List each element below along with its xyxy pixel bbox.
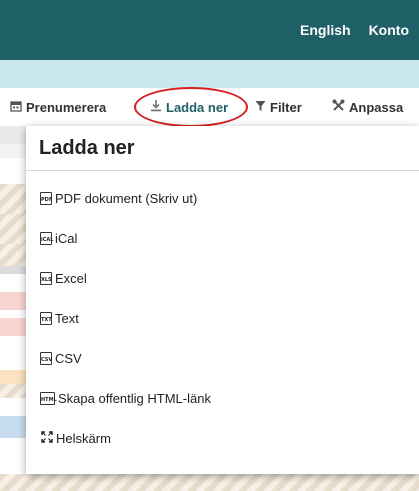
download-excel-item[interactable]: XLS Excel xyxy=(40,267,87,289)
top-links: English Konto xyxy=(300,0,419,60)
csv-file-icon: CSV xyxy=(40,351,52,365)
html-file-icon: HTML xyxy=(40,391,57,405)
ical-file-icon: iCAL xyxy=(40,231,53,245)
excel-file-icon: XLS xyxy=(40,271,52,285)
menu-item-label: Skapa offentlig HTML-länk xyxy=(58,390,211,406)
tools-icon xyxy=(332,99,345,115)
menu-item-label: Helskärm xyxy=(56,430,111,446)
download-csv-item[interactable]: CSV CSV xyxy=(40,347,82,369)
download-panel-title: Ladda ner xyxy=(39,137,135,159)
table-row xyxy=(0,474,419,491)
filter-icon xyxy=(255,100,266,115)
menu-item-label: CSV xyxy=(55,350,82,366)
download-panel: Ladda ner PDF PDF dokument (Skriv ut) iC… xyxy=(26,126,419,474)
sub-navigation-bar xyxy=(0,60,419,88)
fullscreen-item[interactable]: Helskärm xyxy=(40,427,111,449)
subscribe-label: Prenumerera xyxy=(26,99,107,115)
highlight-annotation xyxy=(134,87,248,127)
filter-button[interactable]: Filter xyxy=(255,88,302,126)
download-pdf-item[interactable]: PDF PDF dokument (Skriv ut) xyxy=(40,187,197,209)
filter-label: Filter xyxy=(270,99,302,115)
top-navigation-bar: English Konto xyxy=(0,0,419,60)
download-ical-item[interactable]: iCAL iCal xyxy=(40,227,77,249)
pdf-file-icon: PDF xyxy=(40,191,52,205)
menu-item-label: Text xyxy=(55,310,79,326)
menu-item-label: PDF dokument (Skriv ut) xyxy=(55,190,198,206)
customize-button[interactable]: Anpassa xyxy=(332,88,403,126)
text-file-icon: TXT xyxy=(40,311,52,325)
menu-item-label: iCal xyxy=(55,230,78,246)
calendar-icon xyxy=(10,100,22,115)
download-text-item[interactable]: TXT Text xyxy=(40,307,79,329)
subscribe-button[interactable]: Prenumerera xyxy=(10,88,106,126)
download-panel-header: Ladda ner xyxy=(26,126,419,171)
fullscreen-icon xyxy=(40,430,53,446)
menu-item-label: Excel xyxy=(55,270,87,286)
language-link[interactable]: English xyxy=(300,22,351,38)
account-link[interactable]: Konto xyxy=(369,22,409,38)
customize-label: Anpassa xyxy=(349,99,404,115)
public-html-link-item[interactable]: HTML Skapa offentlig HTML-länk xyxy=(40,387,211,409)
